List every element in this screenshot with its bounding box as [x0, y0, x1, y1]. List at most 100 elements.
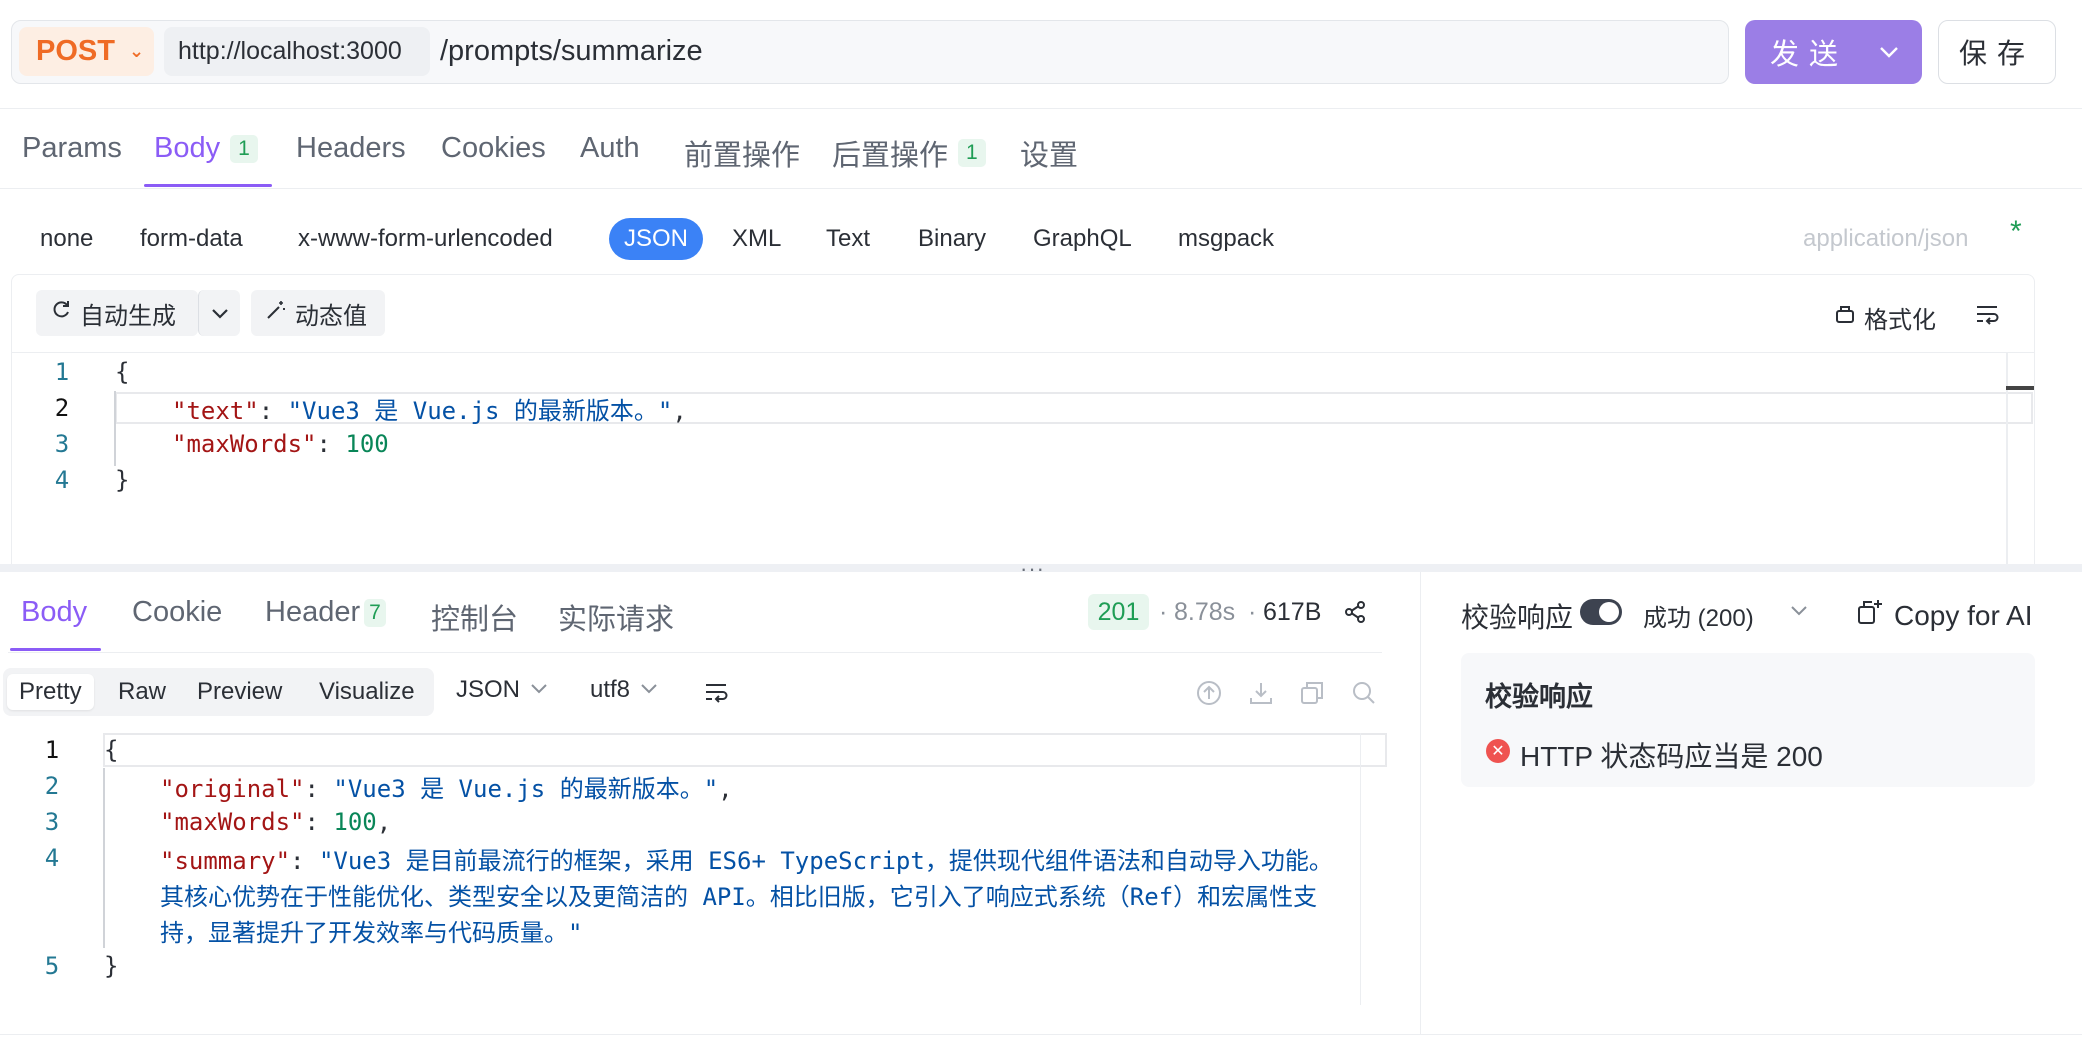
- body-type-graphql[interactable]: GraphQL: [1033, 218, 1132, 260]
- view-mode-visualize[interactable]: Visualize: [319, 674, 415, 710]
- validate-response-label: 校验响应: [1461, 602, 1574, 633]
- view-mode-preview[interactable]: Preview: [197, 674, 282, 710]
- panel-divider: [1420, 572, 1421, 1034]
- drag-handle-icon[interactable]: ···: [1020, 556, 1045, 582]
- content-type-label: application/json: [1803, 225, 1969, 252]
- validation-card-title: 校验响应: [1485, 682, 1593, 712]
- tab-badge: 7: [364, 598, 386, 627]
- tab-label: Auth: [580, 132, 640, 164]
- upload-icon[interactable]: [1195, 679, 1223, 712]
- send-button[interactable]: 发送: [1745, 20, 1922, 84]
- divider: [11, 352, 2035, 353]
- editor-scrollbar-track[interactable]: [2006, 352, 2008, 564]
- magic-wand-icon: [265, 299, 287, 328]
- tab-pre-operations[interactable]: 前置操作: [684, 132, 800, 174]
- tab-label: Headers: [296, 132, 406, 164]
- divider: [0, 188, 2082, 189]
- encoding-select[interactable]: utf8: [590, 676, 658, 704]
- tab-label: 设置: [1020, 140, 1079, 172]
- line-number: 1: [54, 358, 70, 386]
- validation-result-select[interactable]: 成功 (200): [1643, 598, 1754, 633]
- wrap-lines-icon[interactable]: [703, 680, 729, 709]
- format-button[interactable]: 格式化: [1834, 300, 1936, 335]
- copy-for-ai-button[interactable]: Copy for AI: [1856, 598, 2033, 633]
- divider: [0, 108, 2082, 109]
- share-icon[interactable]: [1344, 600, 1366, 629]
- tab-console[interactable]: 控制台: [431, 596, 518, 638]
- tab-actual-request[interactable]: 实际请求: [558, 596, 674, 638]
- dynamic-value-button[interactable]: 动态值: [251, 290, 385, 336]
- chevron-down-icon[interactable]: [1878, 39, 1900, 65]
- chevron-down-icon: [530, 682, 548, 699]
- tab-headers[interactable]: Headers: [296, 132, 406, 165]
- tab-badge: 1: [958, 139, 986, 167]
- tab-response-body[interactable]: Body: [21, 596, 87, 629]
- copy-icon[interactable]: [1298, 679, 1326, 712]
- line-number: 2: [54, 394, 70, 422]
- view-mode-raw[interactable]: Raw: [118, 674, 166, 710]
- chevron-down-icon: [640, 682, 658, 699]
- active-tab-indicator: [144, 184, 272, 187]
- meta-separator: ·: [1248, 598, 1257, 626]
- body-type-urlencoded[interactable]: x-www-form-urlencoded: [298, 218, 553, 260]
- tab-label: 后置操作: [832, 140, 949, 172]
- format-label: 格式化: [1864, 307, 1936, 334]
- tab-auth[interactable]: Auth: [580, 132, 640, 165]
- body-type-binary[interactable]: Binary: [918, 218, 986, 260]
- tab-label: Params: [22, 132, 122, 164]
- tab-label: Cookies: [441, 132, 546, 164]
- body-type-xml[interactable]: XML: [732, 218, 781, 260]
- toggle-knob: [1599, 602, 1619, 622]
- divider: [0, 1034, 2082, 1035]
- body-type-none[interactable]: none: [40, 218, 93, 260]
- body-type-msgpack[interactable]: msgpack: [1178, 218, 1274, 260]
- wrap-lines-icon[interactable]: [1974, 302, 2000, 331]
- json-key: "maxWords": [172, 430, 317, 458]
- save-button[interactable]: 保存: [1938, 20, 2056, 84]
- body-type-text[interactable]: Text: [826, 218, 870, 260]
- error-icon: ✕: [1486, 739, 1510, 763]
- divider: [8, 652, 1382, 653]
- json-key: "summary": [160, 846, 291, 875]
- view-mode-pretty[interactable]: Pretty: [7, 674, 94, 710]
- tab-body[interactable]: Body 1: [154, 132, 258, 165]
- path-input[interactable]: /prompts/summarize: [440, 35, 703, 68]
- search-icon[interactable]: [1350, 679, 1378, 712]
- line-number: 1: [44, 736, 60, 764]
- line-number: 4: [44, 844, 60, 872]
- tab-label: 前置操作: [684, 140, 801, 172]
- tab-settings[interactable]: 设置: [1020, 132, 1078, 174]
- json-value: "Vue3 是目前最流行的框架，采用 ES6+ TypeScript，提供现代组…: [318, 846, 1333, 875]
- tab-params[interactable]: Params: [22, 132, 122, 165]
- host-field[interactable]: http://localhost:3000: [164, 27, 430, 76]
- chevron-down-icon[interactable]: [1790, 604, 1808, 622]
- brace-open: {: [115, 358, 130, 386]
- auto-generate-label: 自动生成: [80, 302, 176, 330]
- validate-response-toggle[interactable]: [1580, 599, 1622, 625]
- tab-cookies[interactable]: Cookies: [441, 132, 546, 165]
- tab-post-operations[interactable]: 后置操作 1: [832, 132, 986, 174]
- line-number: 3: [44, 808, 60, 836]
- tab-response-cookie[interactable]: Cookie: [132, 596, 222, 629]
- refresh-icon: [50, 299, 72, 328]
- format-icon: [1834, 303, 1856, 332]
- line-number: 2: [44, 772, 60, 800]
- download-icon[interactable]: [1247, 679, 1275, 712]
- brace-open: {: [104, 736, 119, 764]
- tab-response-header[interactable]: Header 7: [265, 596, 386, 629]
- chevron-down-icon: ⌄: [128, 41, 145, 61]
- body-type-form-data[interactable]: form-data: [140, 218, 243, 260]
- method-label: POST: [36, 35, 115, 67]
- required-mark: *: [2010, 215, 2022, 248]
- body-type-json[interactable]: JSON: [609, 218, 704, 260]
- format-select[interactable]: JSON: [456, 676, 548, 704]
- auto-generate-dropdown[interactable]: [198, 290, 240, 336]
- auto-generate-button[interactable]: 自动生成: [36, 290, 198, 336]
- editor-scrollbar-track[interactable]: [1360, 733, 1361, 1005]
- method-select[interactable]: POST ⌄: [19, 27, 154, 76]
- json-value-continuation: 其核心优势在于性能优化、类型安全以及更简洁的 API。相比旧版，它引入了响应式系…: [160, 882, 1318, 911]
- json-key: "text": [172, 396, 259, 425]
- line-number: 3: [54, 430, 70, 458]
- json-value: 100: [333, 808, 377, 836]
- json-value: 100: [345, 430, 389, 458]
